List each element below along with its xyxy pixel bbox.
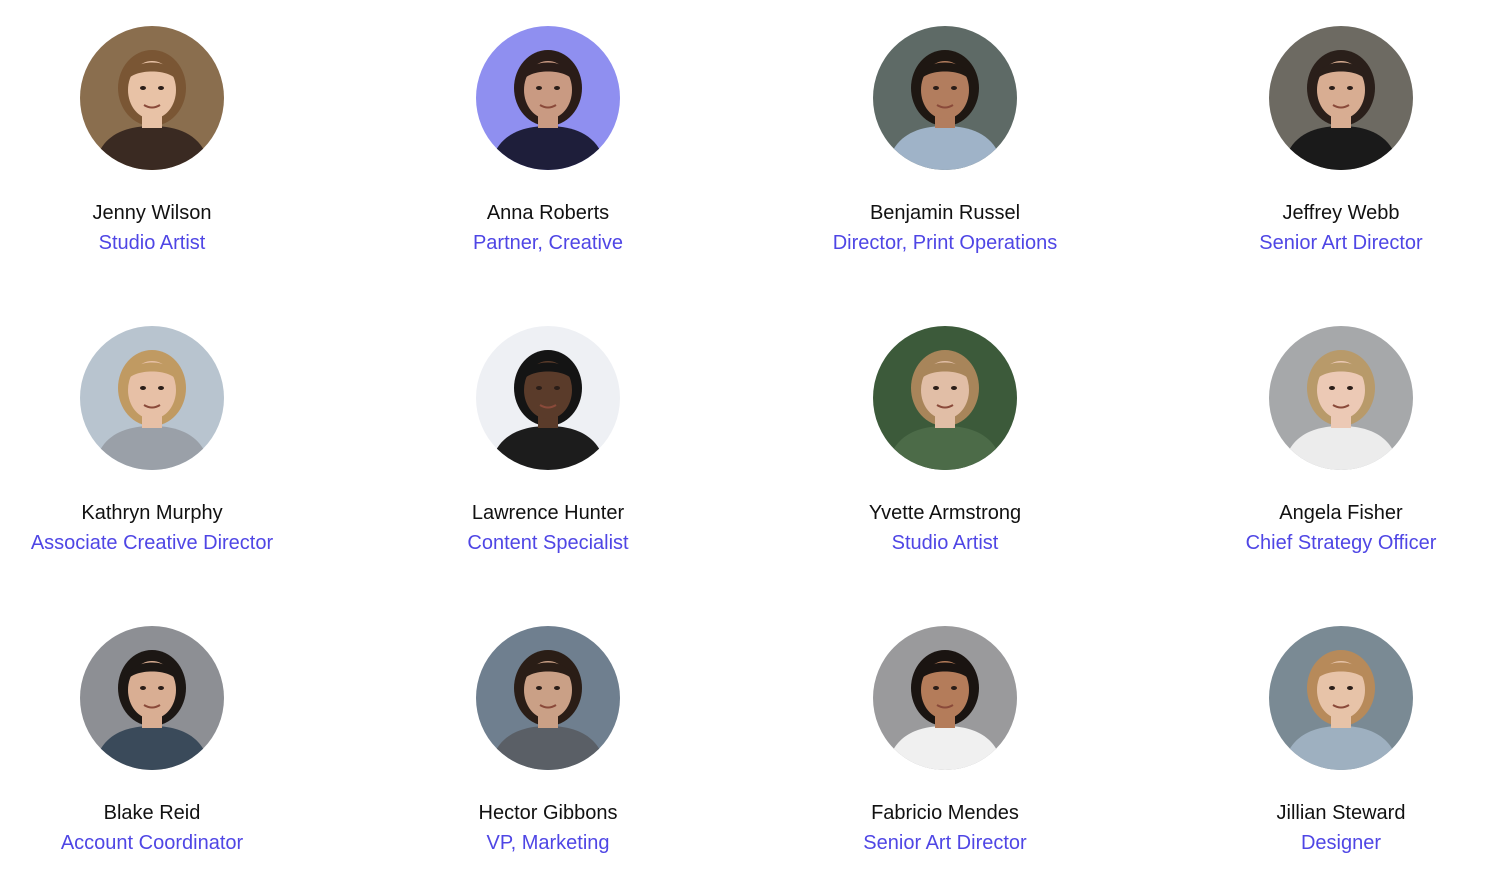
- portrait-photo: [873, 326, 1017, 470]
- team-member-card: Fabricio Mendes Senior Art Director: [747, 626, 1143, 858]
- member-title: Studio Artist: [891, 532, 999, 554]
- member-name: Fabricio Mendes: [871, 802, 1019, 824]
- avatar: [873, 26, 1017, 170]
- avatar: [1269, 326, 1413, 470]
- team-member-card: Hector Gibbons VP, Marketing: [350, 626, 746, 858]
- member-title: VP, Marketing: [486, 832, 610, 854]
- member-title: Studio Artist: [98, 232, 206, 254]
- member-name: Angela Fisher: [1279, 502, 1403, 524]
- member-name: Blake Reid: [103, 802, 201, 824]
- team-member-card: Yvette Armstrong Studio Artist: [747, 326, 1143, 558]
- member-title: Content Specialist: [467, 532, 629, 554]
- avatar: [80, 326, 224, 470]
- member-name: Lawrence Hunter: [471, 502, 625, 524]
- member-name: Yvette Armstrong: [868, 502, 1022, 524]
- team-member-card: Angela Fisher Chief Strategy Officer: [1143, 326, 1497, 558]
- portrait-photo: [1269, 326, 1413, 470]
- member-name: Jeffrey Webb: [1282, 202, 1400, 224]
- member-name: Kathryn Murphy: [81, 502, 223, 524]
- member-title: Account Coordinator: [60, 832, 244, 854]
- portrait-photo: [476, 626, 620, 770]
- portrait-photo: [476, 326, 620, 470]
- portrait-photo: [1269, 26, 1413, 170]
- avatar: [1269, 26, 1413, 170]
- member-title: Partner, Creative: [472, 232, 624, 254]
- avatar: [80, 26, 224, 170]
- team-member-card: Jillian Steward Designer: [1143, 626, 1497, 858]
- avatar: [873, 326, 1017, 470]
- portrait-photo: [476, 26, 620, 170]
- member-name: Jillian Steward: [1276, 802, 1406, 824]
- team-member-card: Anna Roberts Partner, Creative: [350, 26, 746, 258]
- team-member-card: Kathryn Murphy Associate Creative Direct…: [0, 326, 350, 558]
- team-member-card: Benjamin Russel Director, Print Operatio…: [747, 26, 1143, 258]
- avatar: [476, 626, 620, 770]
- portrait-photo: [1269, 626, 1413, 770]
- portrait-photo: [80, 626, 224, 770]
- member-name: Jenny Wilson: [92, 202, 212, 224]
- team-member-card: Lawrence Hunter Content Specialist: [350, 326, 746, 558]
- member-title: Associate Creative Director: [30, 532, 274, 554]
- portrait-photo: [80, 26, 224, 170]
- avatar: [1269, 626, 1413, 770]
- member-name: Anna Roberts: [486, 202, 610, 224]
- member-title: Chief Strategy Officer: [1245, 532, 1437, 554]
- member-title: Director, Print Operations: [832, 232, 1058, 254]
- avatar: [476, 326, 620, 470]
- portrait-photo: [80, 326, 224, 470]
- member-title: Senior Art Director: [1259, 232, 1423, 254]
- portrait-photo: [873, 626, 1017, 770]
- avatar: [873, 626, 1017, 770]
- avatar: [80, 626, 224, 770]
- portrait-photo: [873, 26, 1017, 170]
- team-grid: Jenny Wilson Studio Artist Anna Roberts …: [0, 0, 1497, 884]
- member-name: Hector Gibbons: [478, 802, 618, 824]
- avatar: [476, 26, 620, 170]
- team-member-card: Jeffrey Webb Senior Art Director: [1143, 26, 1497, 258]
- team-member-card: Jenny Wilson Studio Artist: [0, 26, 350, 258]
- member-title: Designer: [1300, 832, 1382, 854]
- member-title: Senior Art Director: [863, 832, 1027, 854]
- team-member-card: Blake Reid Account Coordinator: [0, 626, 350, 858]
- member-name: Benjamin Russel: [869, 202, 1021, 224]
